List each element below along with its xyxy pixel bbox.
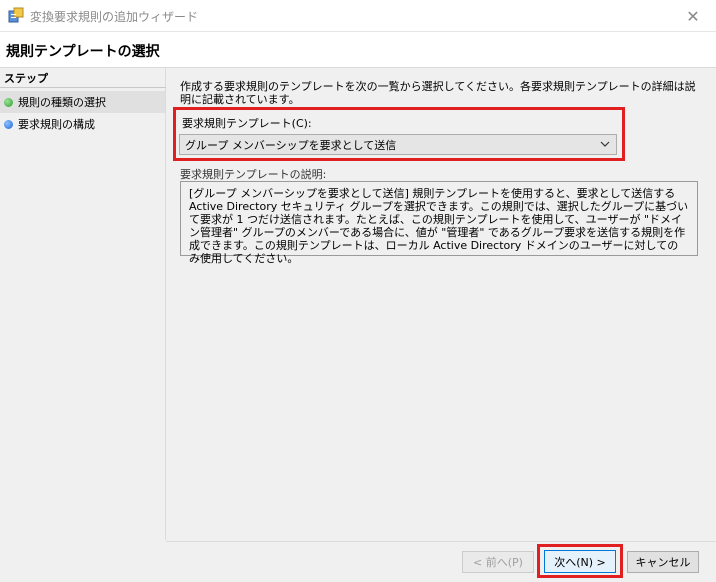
step-item-select-rule-type[interactable]: 規則の種類の選択 (0, 91, 165, 113)
page-title: 規則テンプレートの選択 (6, 44, 160, 60)
close-button[interactable]: ✕ (670, 0, 716, 32)
description-label: 要求規則テンプレートの説明: (180, 168, 327, 181)
template-dropdown-value: グループ メンバーシップを要求として送信 (185, 138, 397, 152)
window-title: 変換要求規則の追加ウィザード (30, 10, 199, 24)
step-status-pending-icon (4, 119, 13, 129)
steps-heading: ステップ (0, 70, 166, 88)
steps-panel: ステップ 規則の種類の選択 要求規則の構成 (0, 68, 166, 540)
back-button[interactable]: < 前へ(P) (462, 551, 534, 573)
intro-text: 作成する要求規則のテンプレートを次の一覧から選択してください。各要求規則テンプレ… (180, 80, 696, 106)
step-label: 規則の種類の選択 (18, 96, 106, 109)
chevron-down-icon (600, 141, 610, 147)
footer-divider (166, 541, 716, 542)
cancel-button[interactable]: キャンセル (627, 551, 699, 573)
template-dropdown[interactable]: グループ メンバーシップを要求として送信 (179, 134, 617, 155)
next-button[interactable]: 次へ(N) > (544, 550, 616, 573)
step-label: 要求規則の構成 (18, 118, 95, 131)
template-label: 要求規則テンプレート(C): (182, 117, 312, 130)
description-box: [グループ メンバーシップを要求として送信] 規則テンプレートを使用すると、要求… (180, 181, 698, 265)
step-status-complete-icon (4, 97, 13, 107)
step-item-configure-claim-rule[interactable]: 要求規則の構成 (0, 113, 165, 135)
title-bar: 変換要求規則の追加ウィザード ✕ (0, 0, 716, 32)
wizard-app-icon (8, 7, 24, 23)
page-header: 規則テンプレートの選択 (0, 32, 716, 68)
close-icon: ✕ (686, 6, 700, 26)
